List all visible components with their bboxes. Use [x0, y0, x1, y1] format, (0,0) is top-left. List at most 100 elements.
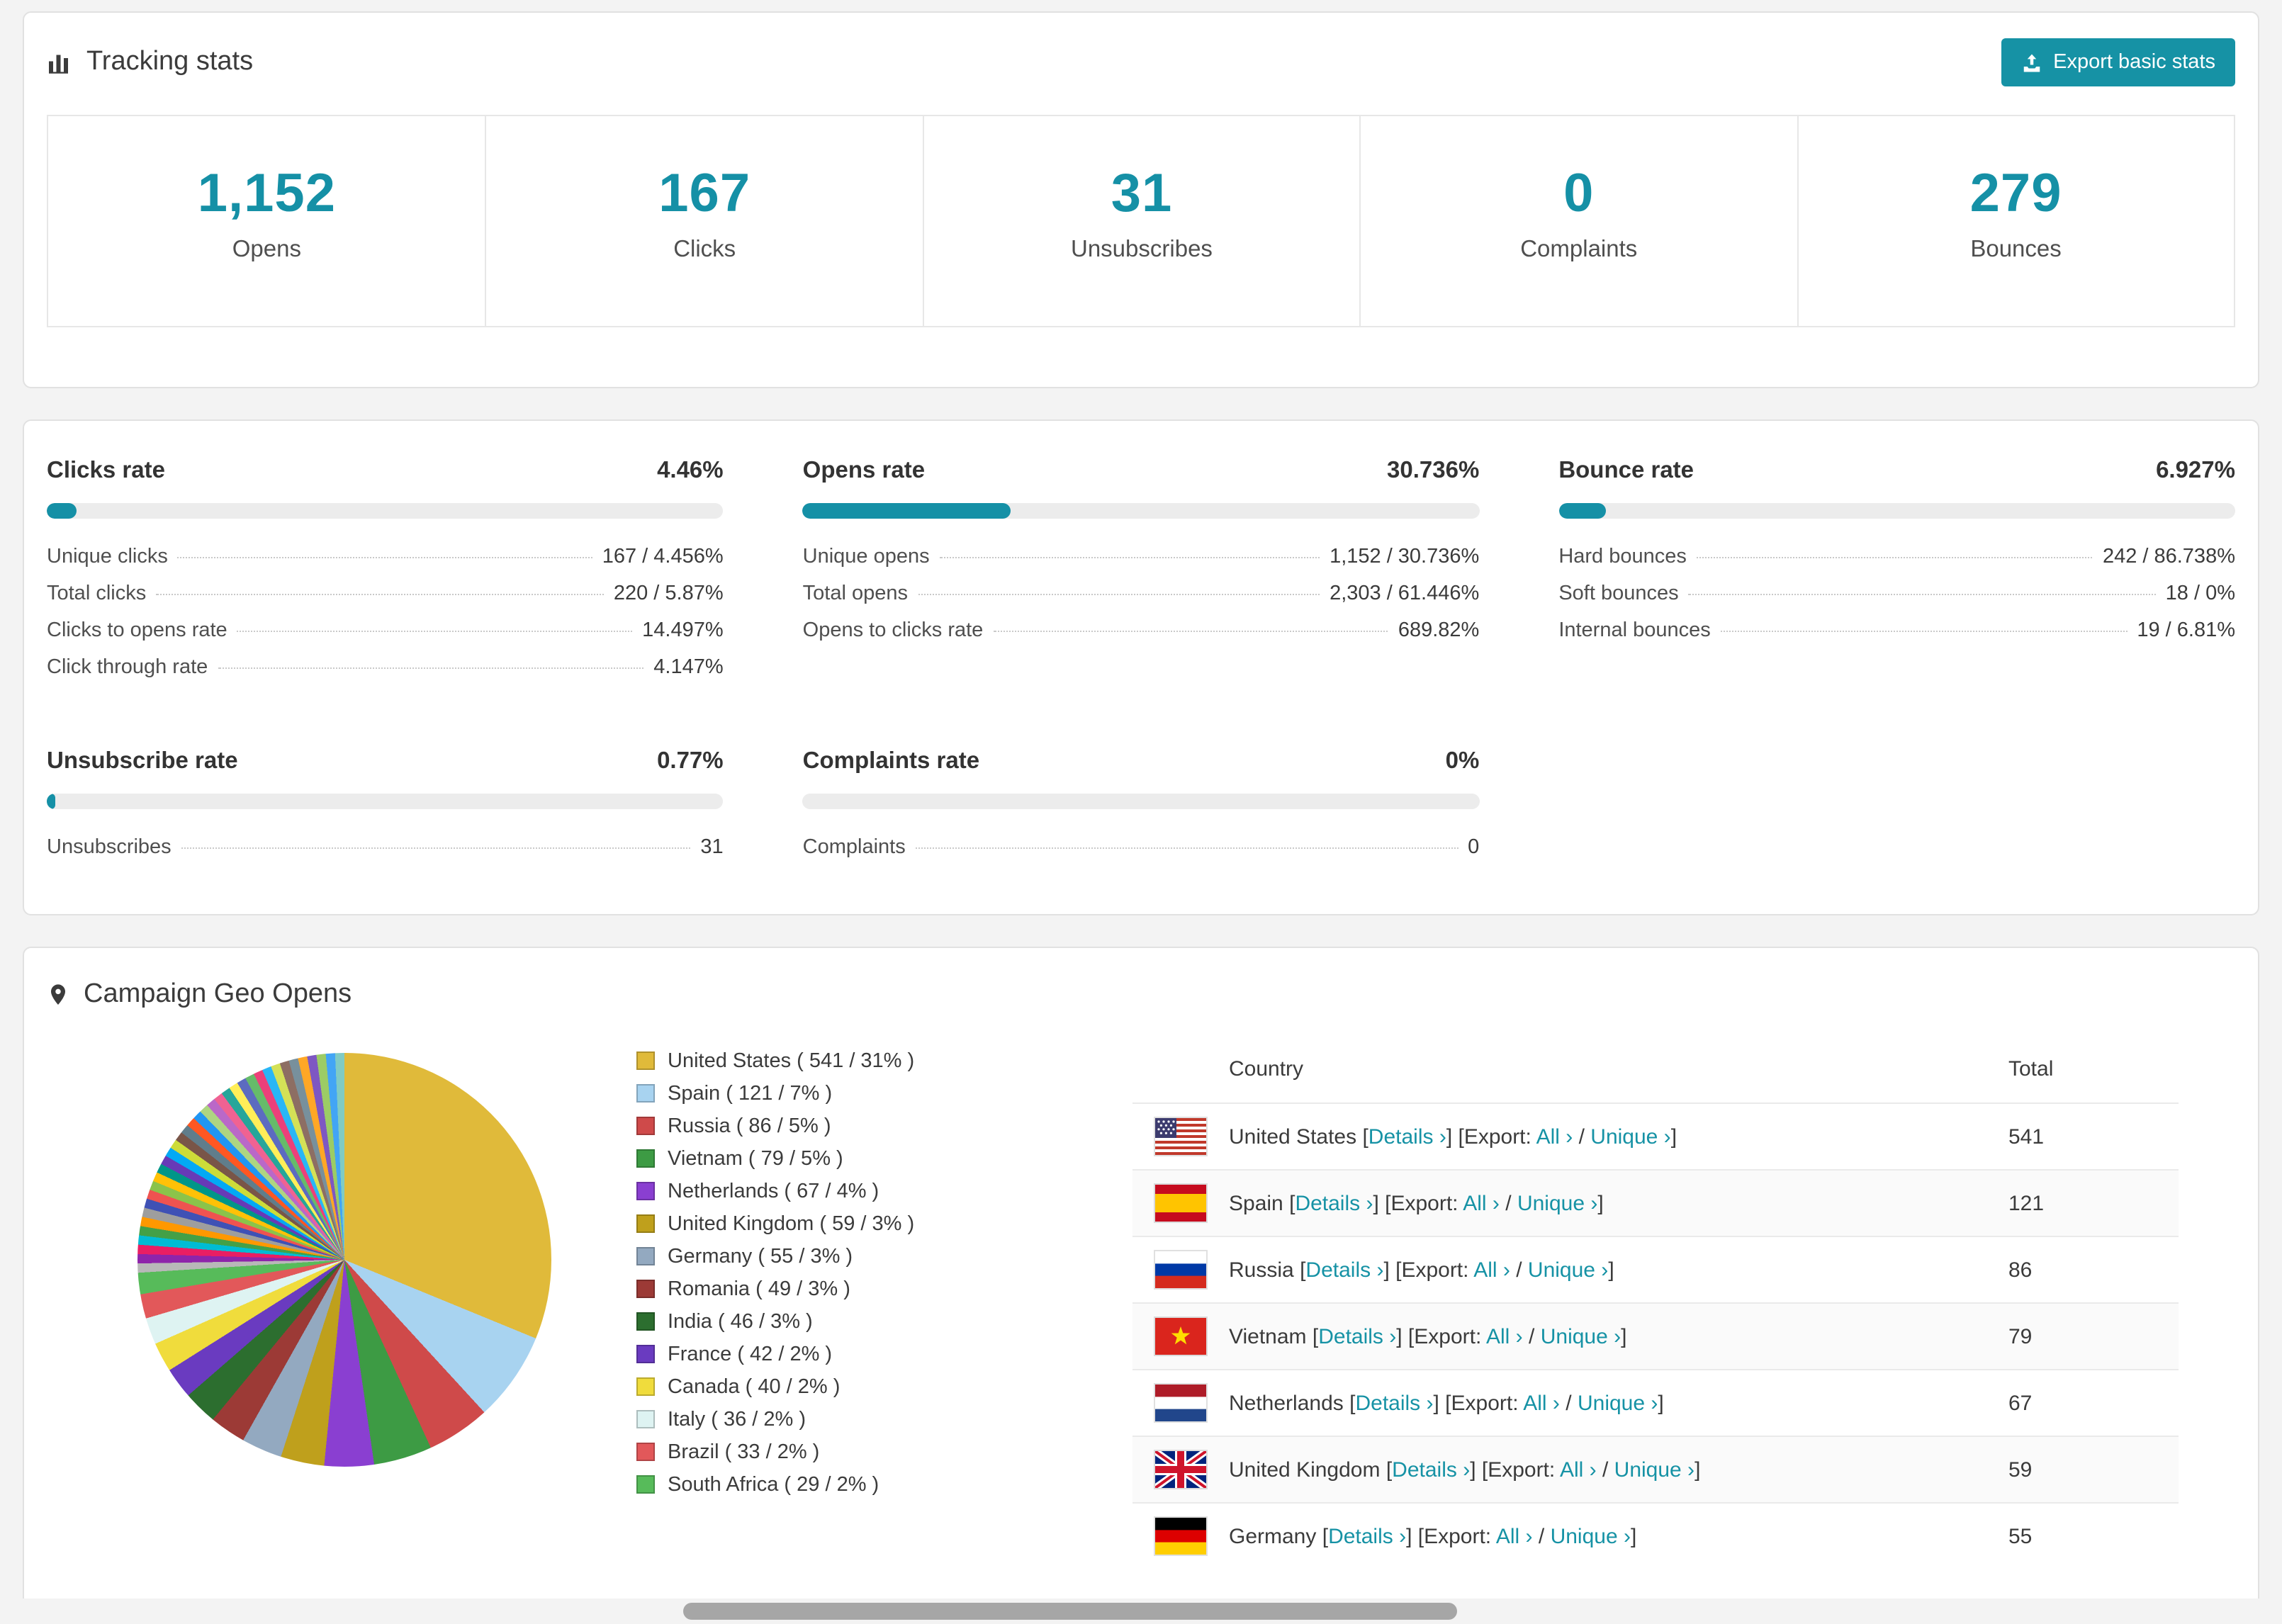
details-link[interactable]: Details › — [1328, 1524, 1406, 1548]
bracket: ] — [1658, 1391, 1664, 1415]
details-link[interactable]: Details › — [1368, 1124, 1446, 1149]
export-unique-link[interactable]: Unique › — [1578, 1391, 1658, 1415]
export-basic-stats-button[interactable]: Export basic stats — [2001, 38, 2235, 86]
rate-section-clicks-rate: Clicks rate 4.46% Unique clicks 167 / 4.456… — [47, 458, 724, 686]
stat-box-complaints: 0 Complaints — [1359, 116, 1797, 326]
dotted-leader — [218, 667, 644, 669]
export-all-link[interactable]: All › — [1560, 1457, 1597, 1482]
stat-value: 167 — [658, 164, 751, 224]
country-name: United States — [1229, 1124, 1363, 1149]
legend-item-brazil: Brazil ( 33 / 2% ) — [636, 1436, 1104, 1468]
stat-row-value: 2,303 / 61.446% — [1330, 582, 1480, 605]
stat-row-value: 1,152 / 30.736% — [1330, 546, 1480, 568]
rate-section-opens-rate: Opens rate 30.736% Unique opens 1,152 / 30.… — [802, 458, 1480, 686]
progress-bar — [47, 794, 724, 809]
dotted-leader — [177, 557, 592, 558]
separator: / — [1596, 1457, 1614, 1482]
horizontal-scrollbar-thumb[interactable] — [683, 1603, 1457, 1620]
stat-value: 1,152 — [197, 164, 336, 224]
progress-fill — [1558, 503, 1606, 519]
stat-row-label: Internal bounces — [1558, 619, 1711, 642]
country-cell: United States [Details ›] [Export: All ›… — [1229, 1124, 2008, 1149]
country-name: United Kingdom — [1229, 1457, 1386, 1482]
bottom-scrollbar-area — [0, 1598, 2282, 1624]
legend-label: Brazil ( 33 / 2% ) — [668, 1440, 820, 1463]
bracket: [ — [1289, 1191, 1295, 1215]
geo-table-row-gb: United Kingdom [Details ›] [Export: All … — [1132, 1436, 2179, 1502]
export-all-link[interactable]: All › — [1463, 1191, 1500, 1215]
country-name: Netherlands — [1229, 1391, 1350, 1415]
export-unique-link[interactable]: Unique › — [1528, 1258, 1608, 1282]
export-all-link[interactable]: All › — [1473, 1258, 1510, 1282]
stat-row: Unique clicks 167 / 4.456% — [47, 538, 724, 575]
flag-us-icon — [1155, 1118, 1206, 1155]
legend-swatch — [636, 1312, 655, 1331]
details-link[interactable]: Details › — [1392, 1457, 1470, 1482]
legend-swatch — [636, 1247, 655, 1265]
details-link[interactable]: Details › — [1305, 1258, 1383, 1282]
stat-row-label: Unsubscribes — [47, 836, 172, 859]
legend-label: Vietnam ( 79 / 5% ) — [668, 1147, 843, 1170]
legend-swatch — [636, 1214, 655, 1233]
export-all-link[interactable]: All › — [1496, 1524, 1533, 1548]
export-all-link[interactable]: All › — [1523, 1391, 1560, 1415]
legend-swatch — [636, 1345, 655, 1363]
stat-value: 279 — [1969, 164, 2062, 224]
bracket: ] [Export: — [1470, 1457, 1560, 1482]
export-unique-link[interactable]: Unique › — [1590, 1124, 1670, 1149]
stat-row-value: 18 / 0% — [2165, 582, 2235, 605]
total-column-header: Total — [2008, 1057, 2054, 1081]
export-unique-link[interactable]: Unique › — [1541, 1324, 1621, 1348]
dotted-leader — [993, 631, 1388, 632]
legend-swatch — [636, 1443, 655, 1461]
export-all-link[interactable]: All › — [1486, 1324, 1523, 1348]
rate-header: Opens rate 30.736% — [803, 458, 1480, 485]
geo-table-rows: United States [Details ›] [Export: All ›… — [1132, 1103, 2179, 1569]
progress-fill — [47, 794, 56, 809]
details-link[interactable]: Details › — [1355, 1391, 1433, 1415]
country-name: Russia — [1229, 1258, 1300, 1282]
bracket: ] [Export: — [1373, 1191, 1463, 1215]
legend-label: Canada ( 40 / 2% ) — [668, 1375, 841, 1398]
country-total: 79 — [2008, 1324, 2033, 1348]
bar-chart-icon — [47, 50, 72, 75]
export-unique-link[interactable]: Unique › — [1551, 1524, 1631, 1548]
progress-bar — [47, 503, 724, 519]
country-total: 55 — [2008, 1524, 2033, 1548]
country-total: 59 — [2008, 1457, 2033, 1482]
details-link[interactable]: Details › — [1318, 1324, 1396, 1348]
tracking-stats-card: Tracking stats Export basic stats 1,152 O… — [23, 11, 2259, 388]
country-cell: Vietnam [Details ›] [Export: All › / Uni… — [1229, 1324, 2008, 1348]
legend-swatch — [636, 1280, 655, 1298]
export-unique-link[interactable]: Unique › — [1517, 1191, 1597, 1215]
page-scaler: Tracking stats Export basic stats 1,152 O… — [0, 0, 2282, 1624]
flag-gb-icon — [1155, 1451, 1206, 1488]
stat-row-label: Opens to clicks rate — [802, 619, 984, 642]
rate-title: Complaints rate — [802, 748, 980, 774]
dotted-leader — [181, 847, 691, 849]
stat-label: Bounces — [1970, 237, 2062, 262]
legend-item-netherlands: Netherlands ( 67 / 4% ) — [636, 1175, 1104, 1207]
legend-item-united-states: United States ( 541 / 31% ) — [636, 1044, 1104, 1077]
stat-row-label: Complaints — [802, 836, 906, 859]
country-cell: Spain [Details ›] [Export: All › / Uniqu… — [1229, 1191, 2008, 1215]
export-all-link[interactable]: All › — [1536, 1124, 1573, 1149]
flag-es-icon — [1155, 1185, 1206, 1222]
legend-swatch — [636, 1182, 655, 1200]
stat-row: Clicks to opens rate 14.497% — [47, 612, 724, 649]
tracking-stats-title: Tracking stats — [47, 47, 253, 78]
legend-label: Italy ( 36 / 2% ) — [668, 1408, 806, 1431]
stat-row-label: Click through rate — [47, 656, 208, 679]
separator: / — [1532, 1524, 1551, 1548]
rate-percent: 6.927% — [2156, 458, 2235, 483]
stat-row: Click through rate 4.147% — [47, 649, 724, 686]
country-total: 86 — [2008, 1258, 2033, 1282]
rate-header: Bounce rate 6.927% — [1558, 458, 2235, 485]
dotted-leader — [156, 594, 604, 595]
export-unique-link[interactable]: Unique › — [1614, 1457, 1694, 1482]
legend-label: Russia ( 86 / 5% ) — [668, 1115, 831, 1137]
stat-row: Complaints 0 — [803, 829, 1480, 866]
dashboard-page: Tracking stats Export basic stats 1,152 O… — [0, 0, 2282, 1624]
details-link[interactable]: Details › — [1295, 1191, 1373, 1215]
progress-bar — [1558, 503, 2235, 519]
